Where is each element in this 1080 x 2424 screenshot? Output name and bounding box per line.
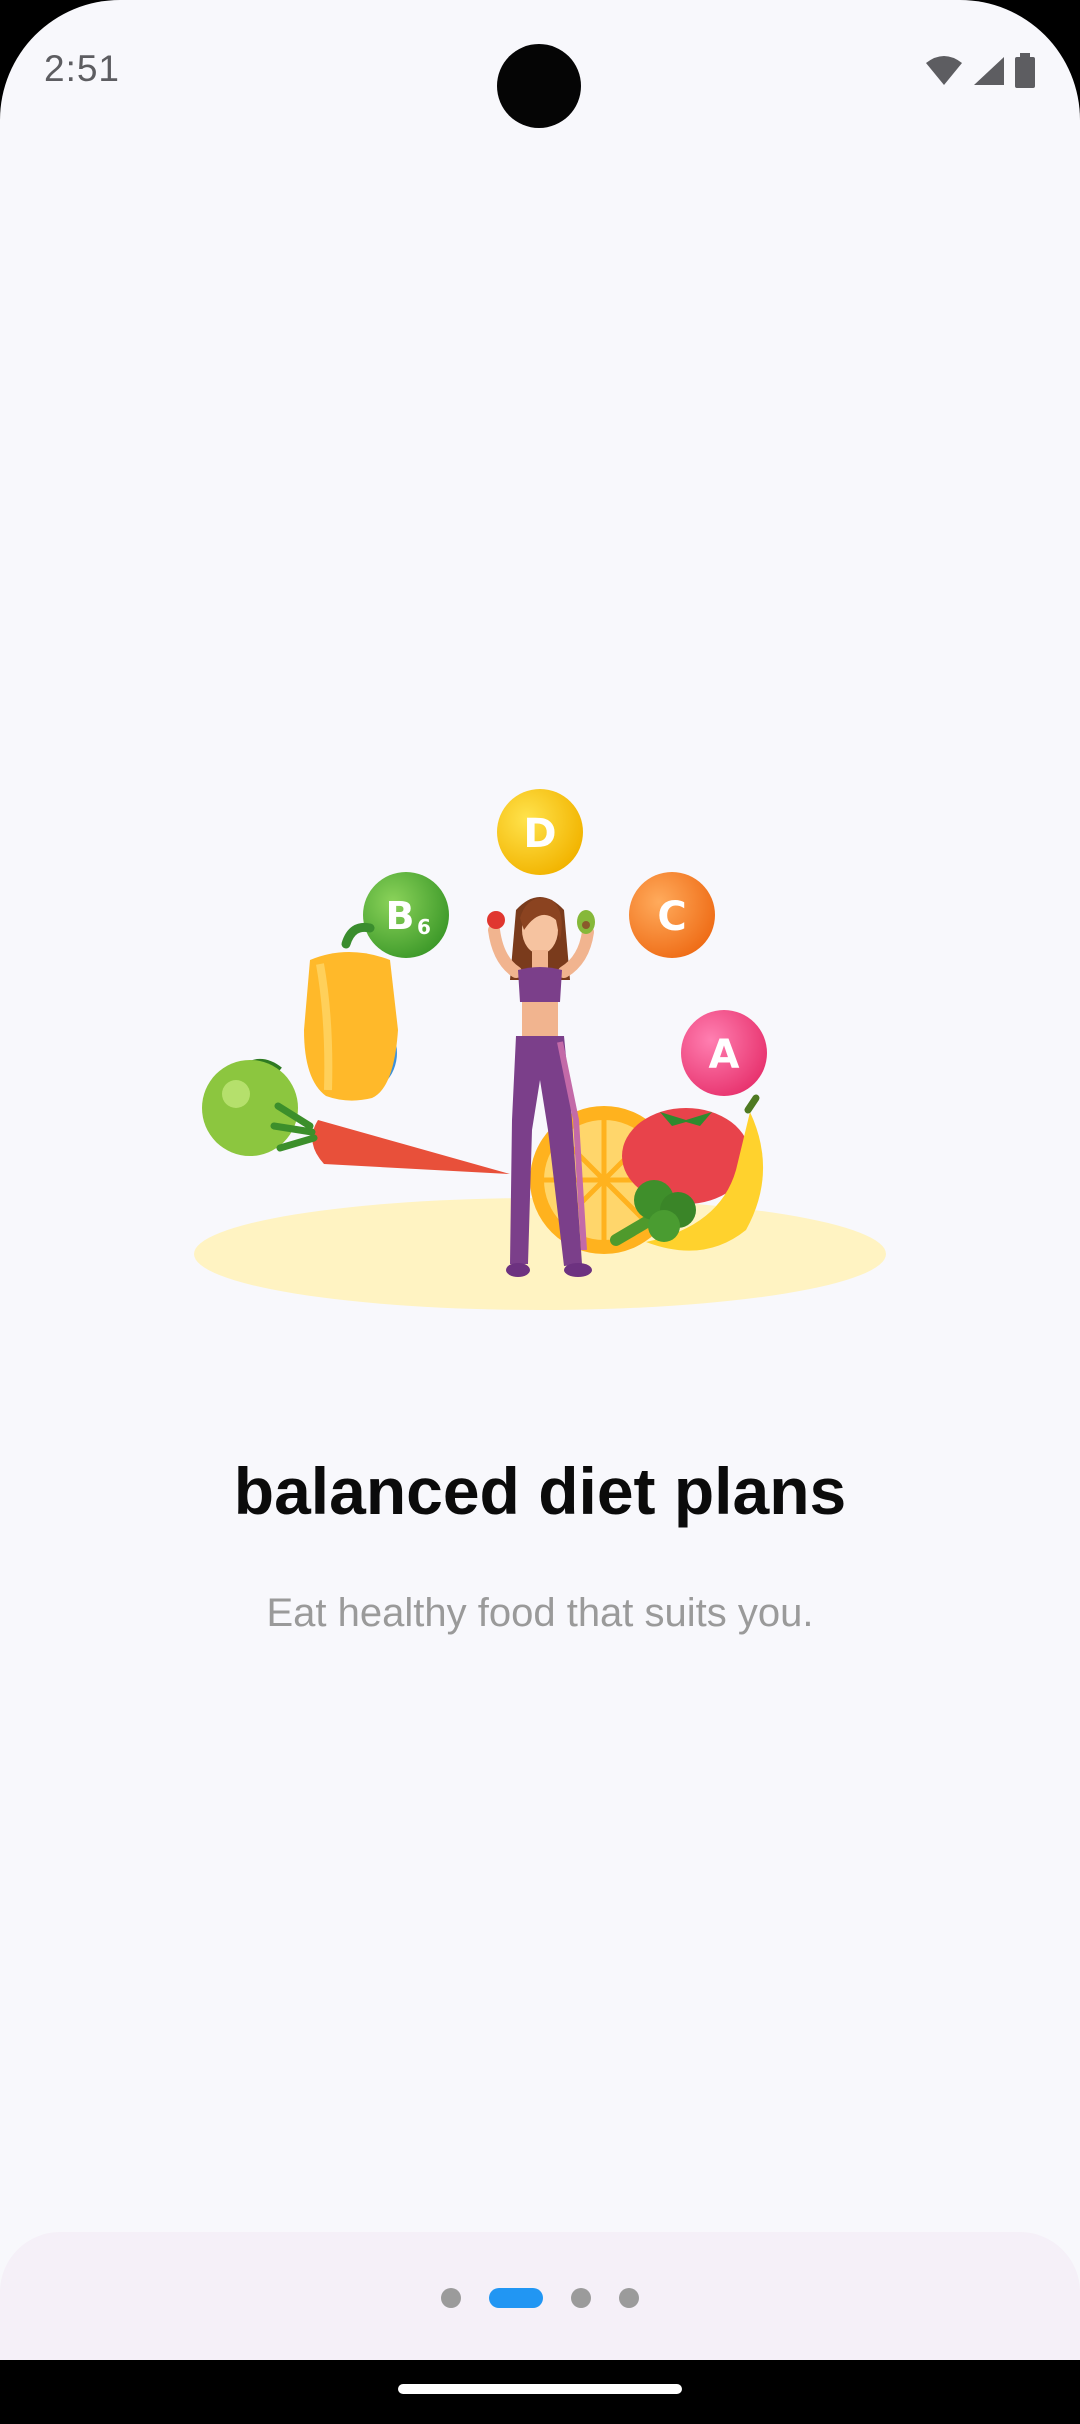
healthy-diet-illustration: D B 6 C Mg A <box>194 789 886 1310</box>
yellow-pepper-icon <box>304 922 398 1101</box>
status-time: 2:51 <box>44 48 121 89</box>
page-dot-3[interactable] <box>571 2288 591 2308</box>
onboarding-subtitle: Eat healthy food that suits you. <box>266 1591 814 1635</box>
signal-icon <box>974 57 1004 85</box>
wifi-icon <box>926 56 962 85</box>
status-icons <box>924 52 1036 90</box>
vitamin-d-icon: D <box>497 789 583 875</box>
battery-icon <box>1015 53 1035 88</box>
svg-text:A: A <box>709 1032 740 1078</box>
vitamin-a-icon: A <box>681 1010 767 1096</box>
home-indicator[interactable] <box>398 2384 682 2394</box>
page-indicator <box>0 2288 1080 2308</box>
onboarding-screen: 2:51 D B 6 C A balanced diet plans Eat h… <box>0 0 1080 2424</box>
onboarding-title: balanced diet plans <box>233 1454 847 1528</box>
page-dot-2-active[interactable] <box>489 2288 543 2308</box>
svg-text:6: 6 <box>417 915 431 939</box>
camera-cutout <box>497 44 581 128</box>
svg-text:C: C <box>657 894 686 940</box>
svg-text:D: D <box>523 811 556 857</box>
svg-text:B: B <box>386 894 415 938</box>
vitamin-c-icon: C <box>629 872 715 958</box>
page-dot-4[interactable] <box>619 2288 639 2308</box>
vitamin-b6-icon: B 6 <box>363 872 449 958</box>
page-dot-1[interactable] <box>441 2288 461 2308</box>
carrot-icon <box>270 1102 510 1174</box>
